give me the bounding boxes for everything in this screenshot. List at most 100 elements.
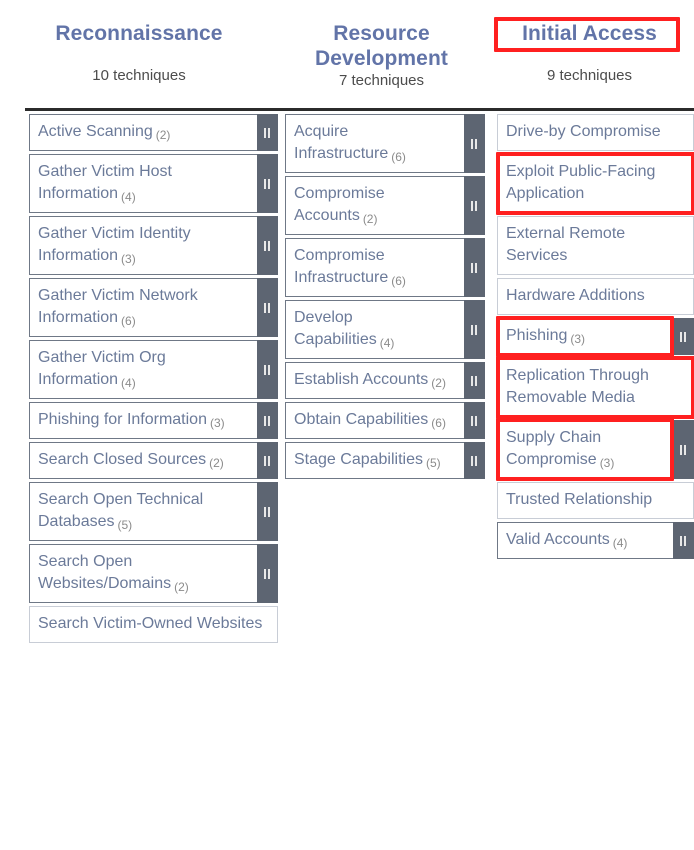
technique-name: Gather Victim Identity Information bbox=[38, 225, 191, 264]
tactic-title: Initial Access bbox=[522, 22, 657, 45]
technique-subtechnique-count: (4) bbox=[121, 190, 136, 204]
technique-cell-body[interactable]: Gather Victim Host Information (4) bbox=[29, 154, 257, 213]
technique-cell-body[interactable]: Establish Accounts (2) bbox=[285, 362, 464, 399]
subtechnique-expand-handle-icon[interactable] bbox=[257, 154, 278, 213]
technique-cell[interactable]: Gather Victim Network Information (6) bbox=[29, 278, 278, 337]
tactic-technique-count: 9 techniques bbox=[546, 67, 633, 84]
technique-cell[interactable]: Phishing (3) bbox=[496, 316, 694, 357]
technique-subtechnique-count: (2) bbox=[362, 212, 378, 226]
subtechnique-expand-handle-icon[interactable] bbox=[673, 522, 694, 559]
technique-cell-body[interactable]: Search Closed Sources (2) bbox=[29, 442, 257, 479]
technique-cell-body[interactable]: Stage Capabilities (5) bbox=[285, 442, 464, 479]
subtechnique-expand-handle-icon[interactable] bbox=[673, 318, 694, 355]
technique-cell[interactable]: Active Scanning (2) bbox=[29, 114, 278, 151]
subtechnique-expand-handle-icon[interactable] bbox=[464, 176, 485, 235]
technique-cell[interactable]: Obtain Capabilities (6) bbox=[285, 402, 485, 439]
subtechnique-expand-handle-icon[interactable] bbox=[464, 238, 485, 297]
technique-cell[interactable]: Compromise Accounts (2) bbox=[285, 176, 485, 235]
technique-subtechnique-count: (6) bbox=[121, 314, 136, 328]
tactic-title: Resource Development bbox=[315, 22, 448, 70]
subtechnique-expand-handle-icon[interactable] bbox=[257, 442, 278, 479]
subtechnique-expand-handle-icon[interactable] bbox=[257, 402, 278, 439]
technique-cell-body[interactable]: Drive-by Compromise bbox=[497, 114, 694, 151]
technique-cell-body[interactable]: Phishing (3) bbox=[497, 318, 673, 355]
technique-cell[interactable]: Compromise Infrastructure (6) bbox=[285, 238, 485, 297]
drag-bars-icon bbox=[471, 138, 478, 149]
technique-cell[interactable]: Gather Victim Host Information (4) bbox=[29, 154, 278, 213]
technique-cell[interactable]: Supply Chain Compromise (3) bbox=[496, 418, 694, 481]
subtechnique-expand-handle-icon[interactable] bbox=[673, 420, 694, 479]
technique-cell-body[interactable]: Active Scanning (2) bbox=[29, 114, 257, 151]
subtechnique-expand-handle-icon[interactable] bbox=[257, 544, 278, 603]
subtechnique-expand-handle-icon[interactable] bbox=[257, 278, 278, 337]
technique-cell[interactable]: Trusted Relationship bbox=[497, 482, 694, 519]
tactic-technique-count: 7 techniques bbox=[338, 72, 425, 89]
technique-cell[interactable]: Search Closed Sources (2) bbox=[29, 442, 278, 479]
drag-bars-icon bbox=[264, 415, 271, 426]
technique-column-resource-development: Acquire Infrastructure (6) Compromise Acco… bbox=[278, 114, 485, 482]
subtechnique-expand-handle-icon[interactable] bbox=[257, 216, 278, 275]
technique-cell[interactable]: Establish Accounts (2) bbox=[285, 362, 485, 399]
technique-cell[interactable]: Drive-by Compromise bbox=[497, 114, 694, 151]
technique-cell-body[interactable]: Valid Accounts (4) bbox=[497, 522, 673, 559]
technique-cell[interactable]: Acquire Infrastructure (6) bbox=[285, 114, 485, 173]
technique-name: Acquire Infrastructure bbox=[294, 123, 389, 162]
technique-cell[interactable]: Replication Through Removable Media bbox=[496, 356, 694, 419]
technique-subtechnique-count: (5) bbox=[425, 456, 441, 470]
technique-cell-body[interactable]: Hardware Additions bbox=[497, 278, 694, 315]
technique-cell-body[interactable]: Phishing for Information (3) bbox=[29, 402, 257, 439]
drag-bars-icon bbox=[264, 506, 271, 517]
drag-bars-icon bbox=[471, 415, 478, 426]
technique-cell-body[interactable]: Compromise Infrastructure (6) bbox=[285, 238, 464, 297]
technique-name: Establish Accounts bbox=[294, 371, 429, 388]
technique-cell-body[interactable]: Exploit Public-Facing Application bbox=[497, 154, 694, 213]
technique-cell-body[interactable]: Gather Victim Org Information (4) bbox=[29, 340, 257, 399]
tactic-header-resource-development[interactable]: Resource Development 7 techniques bbox=[278, 0, 485, 104]
drag-bars-icon bbox=[471, 200, 478, 211]
tactic-header-initial-access[interactable]: Initial Access 9 techniques bbox=[485, 0, 694, 104]
drag-bars-icon bbox=[264, 127, 271, 138]
technique-cell[interactable]: Search Open Websites/Domains (2) bbox=[29, 544, 278, 603]
subtechnique-expand-handle-icon[interactable] bbox=[464, 114, 485, 173]
technique-cell-body[interactable]: Search Open Technical Databases (5) bbox=[29, 482, 257, 541]
subtechnique-expand-handle-icon[interactable] bbox=[464, 442, 485, 479]
subtechnique-expand-handle-icon[interactable] bbox=[257, 114, 278, 151]
technique-cell-body[interactable]: External Remote Services bbox=[497, 216, 694, 275]
technique-cell-body[interactable]: Gather Victim Identity Information (3) bbox=[29, 216, 257, 275]
drag-bars-icon bbox=[264, 240, 271, 251]
technique-cell-body[interactable]: Search Open Websites/Domains (2) bbox=[29, 544, 257, 603]
technique-cell[interactable]: Search Victim-Owned Websites bbox=[29, 606, 278, 643]
technique-cell-body[interactable]: Acquire Infrastructure (6) bbox=[285, 114, 464, 173]
subtechnique-expand-handle-icon[interactable] bbox=[464, 402, 485, 439]
technique-cell[interactable]: Valid Accounts (4) bbox=[497, 522, 694, 559]
technique-name: Gather Victim Host Information bbox=[38, 163, 172, 202]
technique-name: Obtain Capabilities bbox=[294, 411, 429, 428]
technique-cell[interactable]: Phishing for Information (3) bbox=[29, 402, 278, 439]
tactic-title: Reconnaissance bbox=[55, 22, 223, 45]
technique-name: External Remote Services bbox=[506, 225, 626, 264]
technique-cell[interactable]: Hardware Additions bbox=[497, 278, 694, 315]
technique-cell-body[interactable]: Develop Capabilities (4) bbox=[285, 300, 464, 359]
tactic-header-reconnaissance[interactable]: Reconnaissance 10 techniques bbox=[0, 0, 278, 104]
technique-cell-body[interactable]: Obtain Capabilities (6) bbox=[285, 402, 464, 439]
technique-cell[interactable]: External Remote Services bbox=[497, 216, 694, 275]
subtechnique-expand-handle-icon[interactable] bbox=[464, 362, 485, 399]
technique-subtechnique-count: (3) bbox=[121, 252, 136, 266]
technique-cell-body[interactable]: Search Victim-Owned Websites bbox=[29, 606, 278, 643]
technique-cell-body[interactable]: Supply Chain Compromise (3) bbox=[497, 420, 673, 479]
subtechnique-expand-handle-icon[interactable] bbox=[257, 340, 278, 399]
technique-cell[interactable]: Develop Capabilities (4) bbox=[285, 300, 485, 359]
technique-cell-body[interactable]: Compromise Accounts (2) bbox=[285, 176, 464, 235]
subtechnique-expand-handle-icon[interactable] bbox=[464, 300, 485, 359]
technique-cell[interactable]: Gather Victim Org Information (4) bbox=[29, 340, 278, 399]
subtechnique-expand-handle-icon[interactable] bbox=[257, 482, 278, 541]
tactic-technique-count: 10 techniques bbox=[92, 67, 186, 84]
technique-cell-body[interactable]: Replication Through Removable Media bbox=[497, 358, 694, 417]
technique-cell-body[interactable]: Gather Victim Network Information (6) bbox=[29, 278, 257, 337]
technique-cell[interactable]: Stage Capabilities (5) bbox=[285, 442, 485, 479]
technique-cell-body[interactable]: Trusted Relationship bbox=[497, 482, 694, 519]
technique-name: Gather Victim Org Information bbox=[38, 349, 166, 388]
technique-cell[interactable]: Exploit Public-Facing Application bbox=[496, 152, 694, 215]
technique-cell[interactable]: Gather Victim Identity Information (3) bbox=[29, 216, 278, 275]
technique-cell[interactable]: Search Open Technical Databases (5) bbox=[29, 482, 278, 541]
